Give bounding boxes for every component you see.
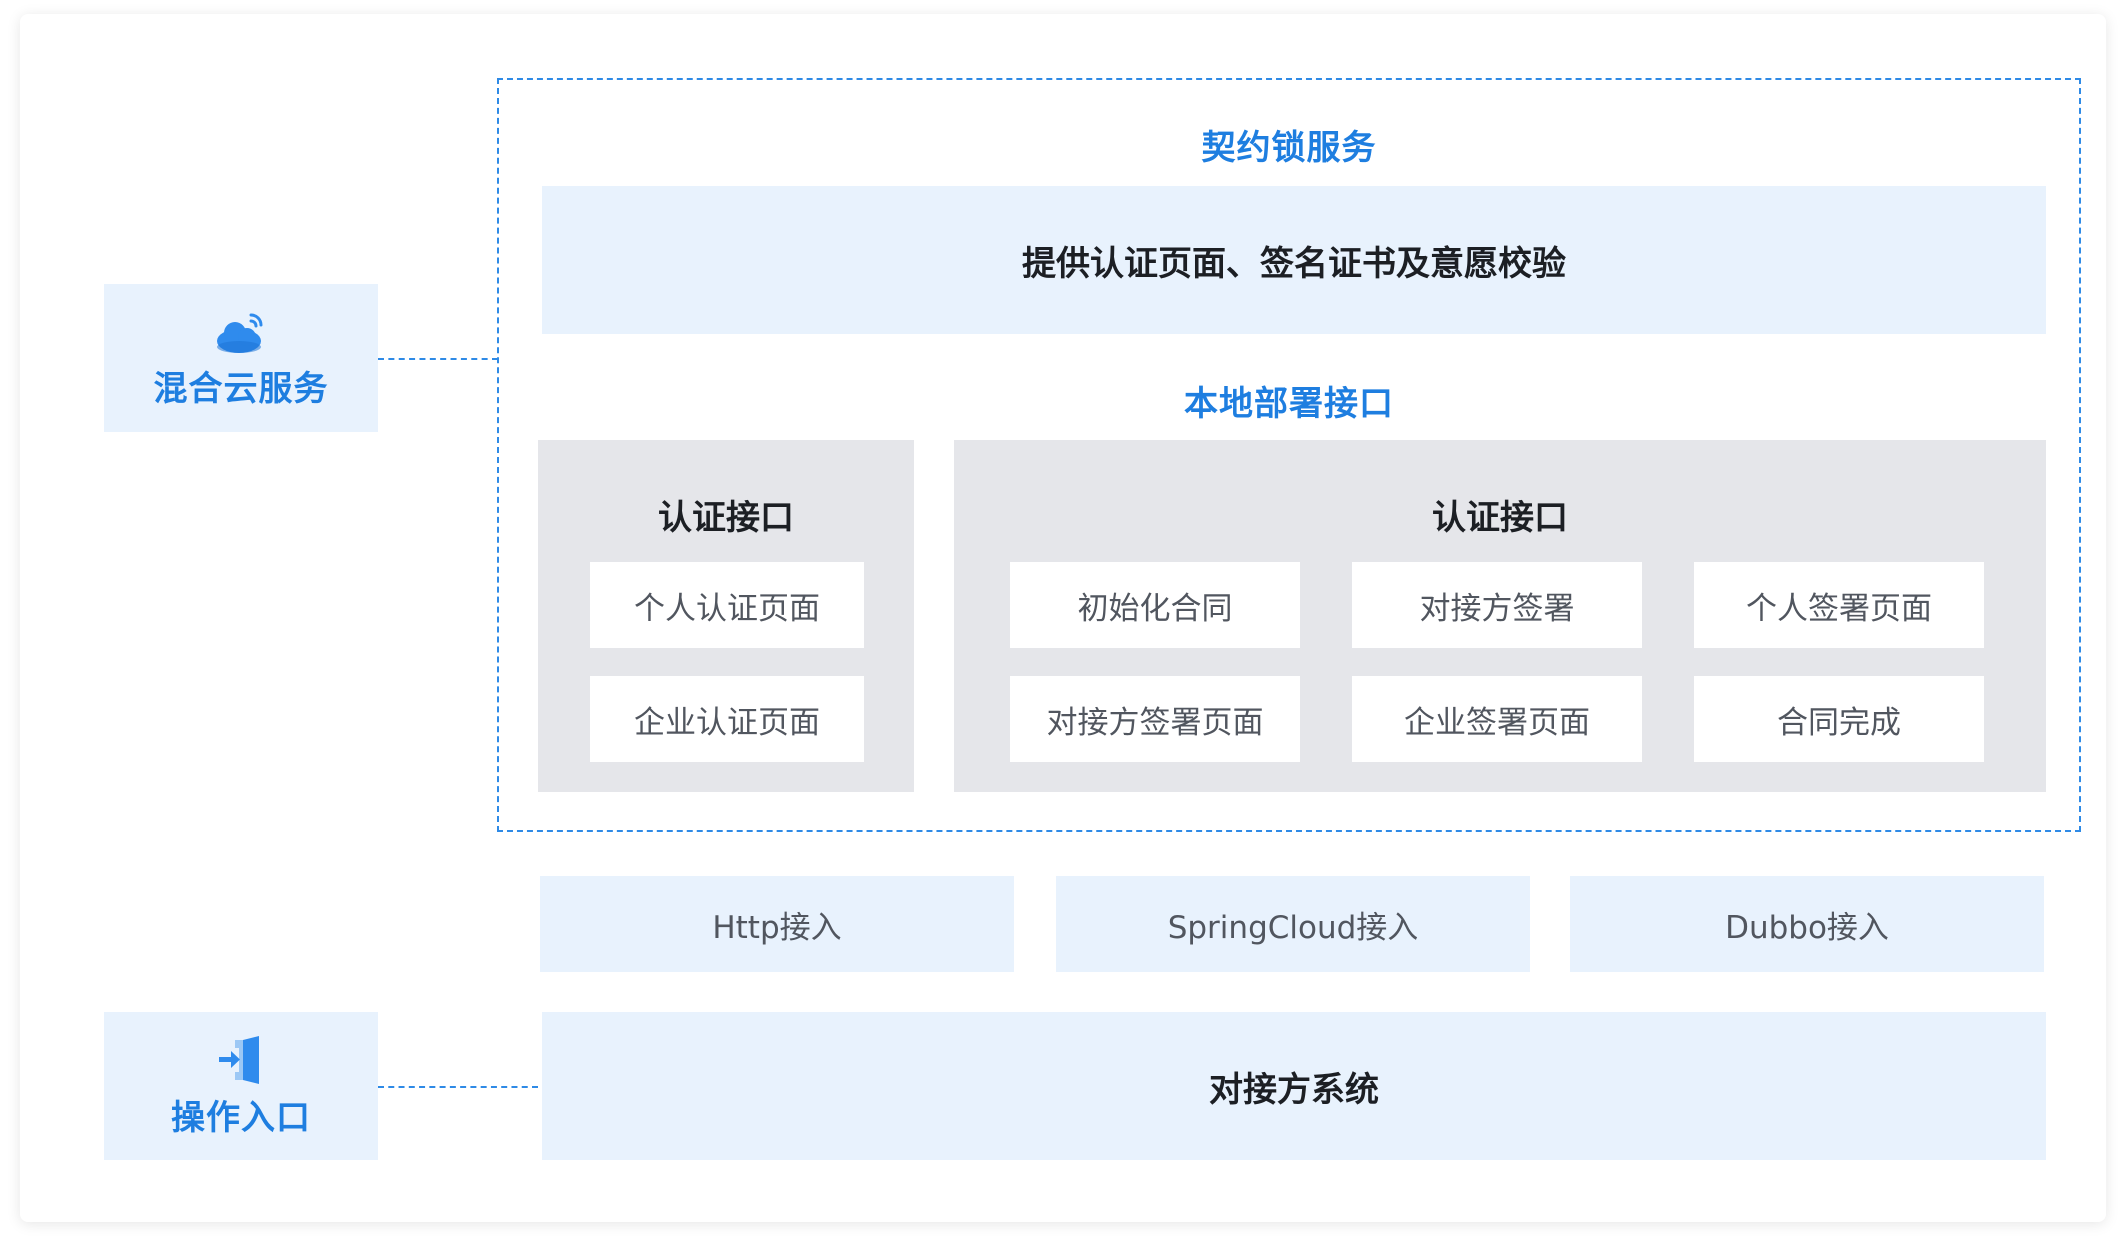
cloud-icon: [211, 307, 271, 357]
local-deploy-title: 本地部署接口: [1184, 383, 1394, 424]
operation-entry-panel: 操作入口: [104, 1012, 378, 1160]
enterprise-sign-page: 企业签署页面: [1352, 676, 1642, 762]
personal-sign-page: 个人签署页面: [1694, 562, 1984, 648]
integrator-sign-page: 对接方签署页面: [1010, 676, 1300, 762]
init-contract: 初始化合同: [1010, 562, 1300, 648]
auth-interface-title: 认证接口: [658, 497, 794, 538]
contract-complete: 合同完成: [1694, 676, 1984, 762]
enter-door-icon: [215, 1034, 267, 1086]
dubbo-access: Dubbo接入: [1570, 876, 2044, 972]
hybrid-cloud-label: 混合云服务: [153, 368, 329, 409]
cloud-connector-line: [378, 358, 498, 360]
http-access: Http接入: [540, 876, 1014, 972]
entry-connector-line: [378, 1086, 538, 1088]
integrator-sign: 对接方签署: [1352, 562, 1642, 648]
sign-interface-title: 认证接口: [1432, 497, 1568, 538]
integrator-system: 对接方系统: [542, 1012, 2046, 1160]
personal-auth-page: 个人认证页面: [590, 562, 864, 648]
hybrid-cloud-panel: 混合云服务: [104, 284, 378, 432]
contract-lock-title: 契约锁服务: [1201, 127, 1377, 168]
operation-entry-label: 操作入口: [171, 1097, 311, 1138]
enterprise-auth-page: 企业认证页面: [590, 676, 864, 762]
springcloud-access: SpringCloud接入: [1056, 876, 1530, 972]
auth-cert-bar: 提供认证页面、签名证书及意愿校验: [542, 186, 2046, 334]
diagram-canvas: 混合云服务 操作入口 契约锁服务 提供认证页面、签名证书及意愿校验 本地部署接口…: [20, 14, 2106, 1222]
